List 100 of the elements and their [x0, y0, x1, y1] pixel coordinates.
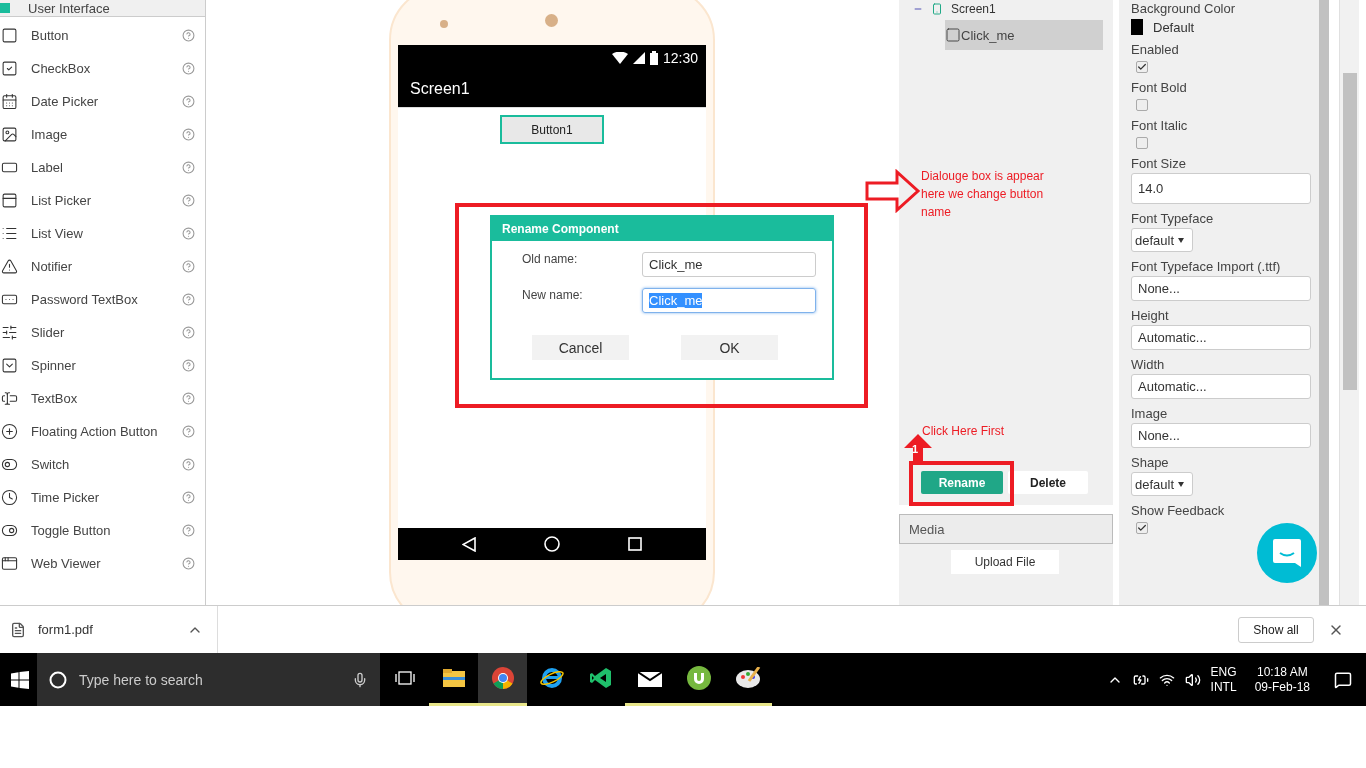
- component-icon: [1, 27, 18, 44]
- palette-item[interactable]: Label: [0, 151, 205, 184]
- palette-item[interactable]: Date Picker: [0, 85, 205, 118]
- palette-item[interactable]: Notifier: [0, 250, 205, 283]
- palette-item[interactable]: CheckBox: [0, 52, 205, 85]
- palette-item[interactable]: List View: [0, 217, 205, 250]
- property-field[interactable]: None...: [1131, 276, 1311, 301]
- dialog-title: Rename Component: [492, 217, 832, 241]
- palette-item[interactable]: List Picker: [0, 184, 205, 217]
- help-icon[interactable]: [182, 62, 195, 75]
- property-label: Background Color: [1131, 1, 1237, 16]
- help-icon[interactable]: [182, 425, 195, 438]
- palette-item[interactable]: Spinner: [0, 349, 205, 382]
- torrent-icon[interactable]: [686, 666, 711, 690]
- help-icon[interactable]: [182, 524, 195, 537]
- download-file-name[interactable]: form1.pdf: [38, 622, 175, 637]
- panel-scrollbar[interactable]: [1319, 0, 1329, 605]
- component-icon: [1, 126, 18, 143]
- recents-icon[interactable]: [628, 537, 642, 551]
- property-dropdown[interactable]: default: [1131, 472, 1193, 496]
- help-icon[interactable]: [182, 194, 195, 207]
- palette-item[interactable]: Floating Action Button: [0, 415, 205, 448]
- component-icon: [1, 225, 18, 242]
- component-icon: [1, 489, 18, 506]
- field-label: New name:: [522, 288, 584, 302]
- status-time: 12:30: [662, 49, 698, 66]
- palette-item[interactable]: Password TextBox: [0, 283, 205, 316]
- palette-item[interactable]: TextBox: [0, 382, 205, 415]
- property-checkbox[interactable]: [1136, 61, 1148, 73]
- help-icon[interactable]: [182, 128, 195, 141]
- back-icon[interactable]: [462, 536, 476, 552]
- delete-button[interactable]: Delete: [1008, 471, 1088, 494]
- help-icon[interactable]: [182, 359, 195, 372]
- property-label: Enabled: [1131, 42, 1180, 57]
- home-icon[interactable]: [544, 536, 560, 552]
- ok-button[interactable]: OK: [681, 335, 778, 360]
- component-icon: [1, 390, 18, 407]
- component-icon: [1, 93, 18, 110]
- screen-title: Screen1: [410, 79, 470, 98]
- palette-item[interactable]: Time Picker: [0, 481, 205, 514]
- palette-item[interactable]: Toggle Button: [0, 514, 205, 547]
- palette-item[interactable]: Button: [0, 19, 205, 52]
- cancel-button[interactable]: Cancel: [532, 335, 629, 360]
- chat-icon: [1271, 537, 1303, 569]
- property-label: Width: [1131, 357, 1166, 372]
- property-field[interactable]: 14.0: [1131, 173, 1311, 204]
- help-icon[interactable]: [182, 458, 195, 471]
- upload-button[interactable]: Upload File: [951, 550, 1059, 574]
- name-field[interactable]: Click_me: [642, 251, 816, 277]
- volume-icon[interactable]: [1184, 671, 1201, 688]
- property-dropdown[interactable]: default: [1131, 228, 1193, 252]
- component-icon: [1, 357, 18, 374]
- task-view-icon[interactable]: [394, 670, 415, 686]
- property-checkbox[interactable]: [1136, 522, 1148, 534]
- help-icon[interactable]: [182, 326, 195, 339]
- help-icon[interactable]: [182, 95, 195, 108]
- property-checkbox[interactable]: [1136, 137, 1148, 149]
- caret-icon: [1178, 481, 1185, 487]
- show-all-button[interactable]: Show all: [1238, 616, 1314, 643]
- property-label: Font Typeface: [1131, 211, 1215, 226]
- help-icon[interactable]: [182, 293, 195, 306]
- wifi-icon: [611, 51, 628, 64]
- help-icon[interactable]: [182, 227, 195, 240]
- language-indicator[interactable]: ENG INTL: [1210, 664, 1237, 695]
- browser-icon[interactable]: [491, 667, 514, 689]
- tree-item[interactable]: Click_me: [945, 20, 1103, 50]
- category-icon: [0, 3, 10, 13]
- clock[interactable]: 10:18 AM 09-Feb-18: [1254, 664, 1310, 695]
- help-icon[interactable]: [182, 392, 195, 405]
- start-icon[interactable]: [11, 670, 29, 689]
- tree-item[interactable]: Screen1: [951, 2, 996, 16]
- property-label: Show Feedback: [1131, 503, 1226, 518]
- mail-icon[interactable]: [637, 669, 662, 687]
- notifications-icon[interactable]: [1334, 670, 1352, 689]
- color-swatch[interactable]: [1131, 19, 1143, 35]
- property-field[interactable]: Automatic...: [1131, 325, 1311, 350]
- help-icon[interactable]: [182, 557, 195, 570]
- scrollbar-thumb[interactable]: [1342, 73, 1357, 390]
- palette-item[interactable]: Slider: [0, 316, 205, 349]
- property-label: Shape: [1131, 455, 1170, 470]
- property-label: Font Bold: [1131, 80, 1188, 95]
- code-editor-icon[interactable]: [589, 667, 612, 689]
- help-icon[interactable]: [182, 161, 195, 174]
- palette-item[interactable]: Switch: [0, 448, 205, 481]
- help-icon[interactable]: [182, 491, 195, 504]
- palette-icon[interactable]: [734, 667, 761, 689]
- microphone-icon[interactable]: [352, 671, 368, 688]
- help-icon[interactable]: [182, 29, 195, 42]
- property-checkbox[interactable]: [1136, 99, 1148, 111]
- palette-item[interactable]: Image: [0, 118, 205, 151]
- phone-button[interactable]: Button1: [500, 115, 604, 144]
- search-field[interactable]: Type here to search: [37, 653, 380, 706]
- property-field[interactable]: Automatic...: [1131, 374, 1311, 399]
- palette-item[interactable]: Web Viewer: [0, 547, 205, 580]
- globe-icon[interactable]: [539, 667, 564, 689]
- property-field[interactable]: None...: [1131, 423, 1311, 448]
- property-label: Font Typeface Import (.ttf): [1131, 259, 1282, 274]
- component-icon: [1, 258, 18, 275]
- folder-icon[interactable]: [442, 669, 465, 687]
- help-icon[interactable]: [182, 260, 195, 273]
